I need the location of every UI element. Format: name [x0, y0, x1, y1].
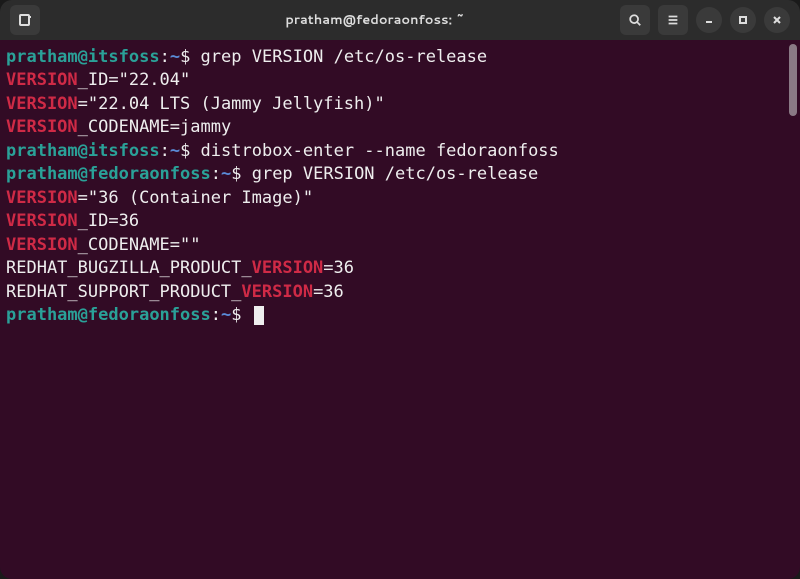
prompt-line: pratham@itsfoss:~$ grep VERSION /etc/os-…: [6, 46, 794, 69]
command-text: distrobox-enter --name fedoraonfoss: [190, 141, 558, 161]
window-title: pratham@fedoraonfoss: ~: [130, 11, 620, 29]
new-tab-button[interactable]: [10, 5, 40, 35]
grep-match: VERSION: [6, 117, 78, 137]
grep-match: VERSION: [241, 282, 313, 302]
output-line: VERSION_ID=36: [6, 210, 794, 233]
prompt-line: pratham@itsfoss:~$ distrobox-enter --nam…: [6, 140, 794, 163]
grep-match: VERSION: [6, 94, 78, 114]
prompt-line: pratham@fedoraonfoss:~$: [6, 304, 794, 327]
grep-match: VERSION: [6, 70, 78, 90]
prompt-path: ~: [170, 47, 180, 67]
cursor: [254, 306, 264, 325]
grep-match: VERSION: [252, 258, 324, 278]
maximize-button[interactable]: [730, 7, 756, 33]
terminal-viewport[interactable]: pratham@itsfoss:~$ grep VERSION /etc/os-…: [0, 40, 800, 579]
output-line: REDHAT_SUPPORT_PRODUCT_VERSION=36: [6, 281, 794, 304]
scrollbar-thumb[interactable]: [789, 44, 797, 116]
output-line: REDHAT_BUGZILLA_PRODUCT_VERSION=36: [6, 257, 794, 280]
grep-match: VERSION: [6, 211, 78, 231]
minimize-button[interactable]: [696, 7, 722, 33]
output-line: VERSION="36 (Container Image)": [6, 187, 794, 210]
command-text: grep VERSION /etc/os-release: [241, 164, 538, 184]
output-line: VERSION_CODENAME="": [6, 234, 794, 257]
close-button[interactable]: [764, 7, 790, 33]
prompt-user: pratham: [6, 47, 78, 67]
grep-match: VERSION: [6, 188, 78, 208]
search-button[interactable]: [620, 5, 650, 35]
prompt-host: itsfoss: [88, 47, 160, 67]
titlebar: pratham@fedoraonfoss: ~: [0, 0, 800, 40]
menu-button[interactable]: [658, 5, 688, 35]
prompt-line: pratham@fedoraonfoss:~$ grep VERSION /et…: [6, 163, 794, 186]
output-line: VERSION_ID="22.04": [6, 69, 794, 92]
output-line: VERSION="22.04 LTS (Jammy Jellyfish)": [6, 93, 794, 116]
output-line: VERSION_CODENAME=jammy: [6, 116, 794, 139]
command-text: grep VERSION /etc/os-release: [190, 47, 487, 67]
grep-match: VERSION: [6, 235, 78, 255]
